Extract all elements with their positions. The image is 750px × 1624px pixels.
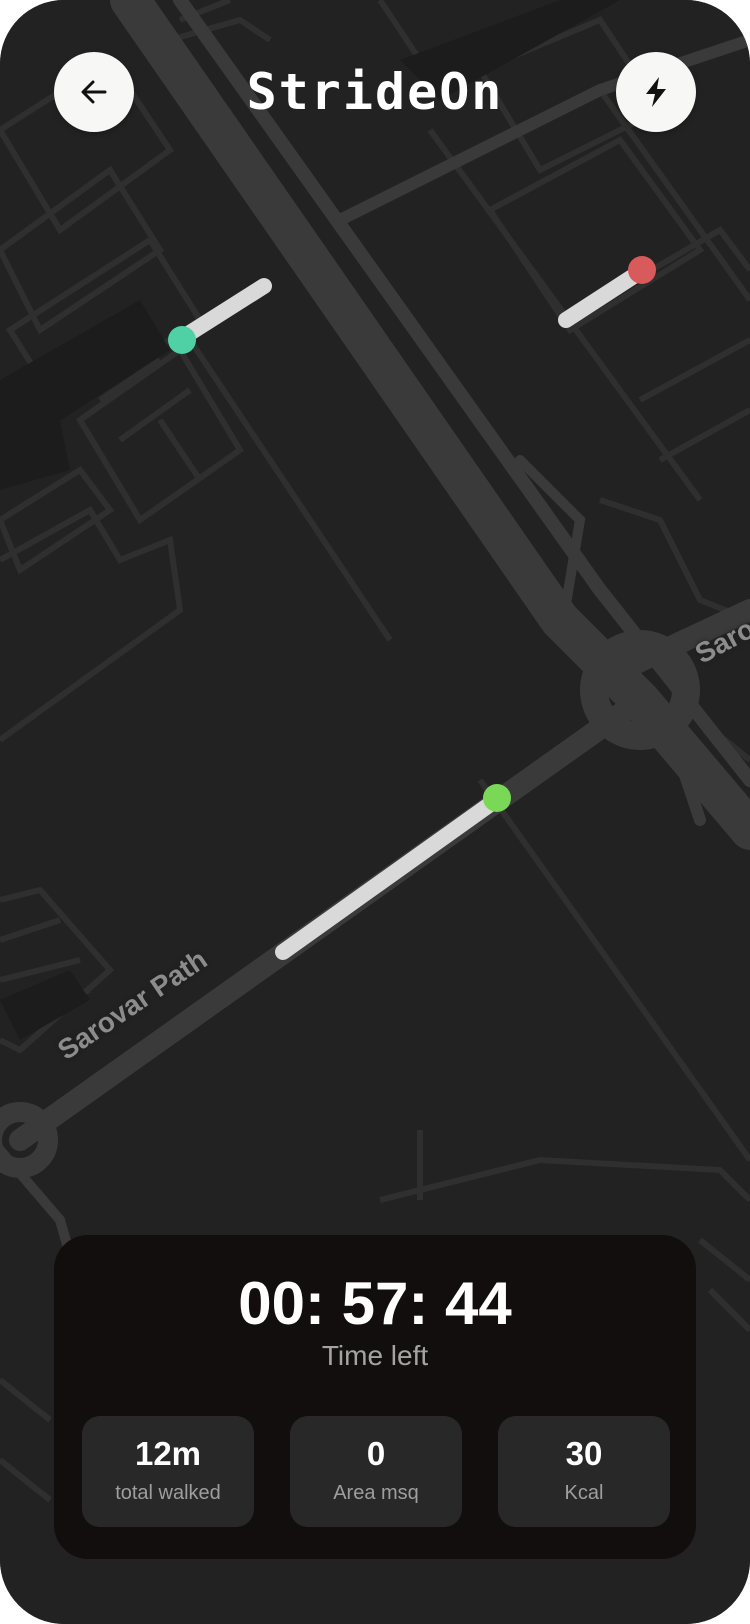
- stat-label: Area msq: [333, 1482, 419, 1504]
- stat-value: 30: [565, 1435, 603, 1472]
- stat-distance: 12m total walked: [82, 1416, 254, 1527]
- opponent-marker[interactable]: [628, 256, 656, 284]
- timer-label: Time left: [321, 1340, 429, 1371]
- stats-row: 12m total walked 0 Area msq 30 Kcal: [82, 1416, 670, 1527]
- stats-panel: 00: 57: 44 Time left 12m total walked 0 …: [54, 1235, 696, 1559]
- current-location-marker[interactable]: [483, 784, 511, 812]
- header: StrideOn: [0, 0, 750, 190]
- stat-value: 0: [366, 1435, 386, 1472]
- stat-label: total walked: [115, 1482, 221, 1504]
- stat-calories: 30 Kcal: [498, 1416, 670, 1527]
- countdown-timer: 00: 57: 44: [238, 1270, 512, 1337]
- stat-area: 0 Area msq: [290, 1416, 462, 1527]
- start-marker[interactable]: [168, 326, 196, 354]
- lightning-bolt-icon: [646, 77, 666, 107]
- stat-label: Kcal: [564, 1482, 604, 1504]
- stat-value: 12m: [134, 1435, 202, 1472]
- boost-button[interactable]: [616, 52, 696, 132]
- phone-screen: Sarovar Path Saro StrideOn 00: 57: 44 Ti…: [0, 0, 750, 1624]
